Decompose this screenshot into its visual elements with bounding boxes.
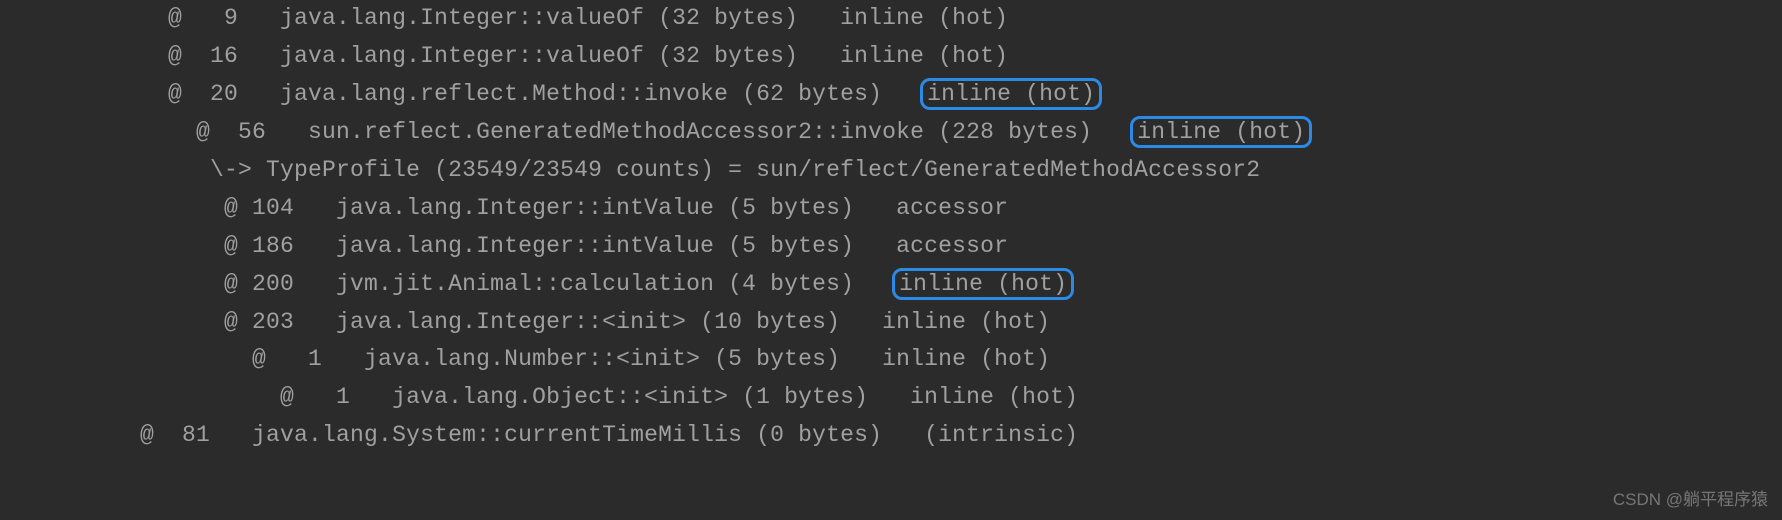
log-line: @ 104 java.lang.Integer::intValue (5 byt… — [0, 190, 1782, 228]
inline-status: inline (hot) — [840, 5, 1008, 31]
log-line: @ 20 java.lang.reflect.Method::invoke (6… — [0, 76, 1782, 114]
log-line: @ 1 java.lang.Number::<init> (5 bytes) i… — [0, 341, 1782, 379]
inline-status: inline (hot) — [920, 78, 1102, 110]
inline-status: inline (hot) — [882, 346, 1050, 372]
log-line: @ 9 java.lang.Integer::valueOf (32 bytes… — [0, 0, 1782, 38]
log-line: @ 186 java.lang.Integer::intValue (5 byt… — [0, 228, 1782, 266]
log-line: \-> TypeProfile (23549/23549 counts) = s… — [0, 152, 1782, 190]
log-line: @ 200 jvm.jit.Animal::calculation (4 byt… — [0, 266, 1782, 304]
inline-status: accessor — [896, 195, 1008, 221]
log-line: @ 16 java.lang.Integer::valueOf (32 byte… — [0, 38, 1782, 76]
watermark: CSDN @躺平程序猿 — [1613, 486, 1768, 514]
jit-log-output: @ 9 java.lang.Integer::valueOf (32 bytes… — [0, 0, 1782, 455]
inline-status: inline (hot) — [882, 309, 1050, 335]
log-line: @ 56 sun.reflect.GeneratedMethodAccessor… — [0, 114, 1782, 152]
log-line: @ 203 java.lang.Integer::<init> (10 byte… — [0, 304, 1782, 342]
inline-status: inline (hot) — [892, 268, 1074, 300]
inline-status: (intrinsic) — [924, 422, 1078, 448]
inline-status: inline (hot) — [910, 384, 1078, 410]
inline-status: inline (hot) — [1130, 116, 1312, 148]
inline-status: accessor — [896, 233, 1008, 259]
log-line: @ 1 java.lang.Object::<init> (1 bytes) i… — [0, 379, 1782, 417]
log-line: @ 81 java.lang.System::currentTimeMillis… — [0, 417, 1782, 455]
inline-status: inline (hot) — [840, 43, 1008, 69]
